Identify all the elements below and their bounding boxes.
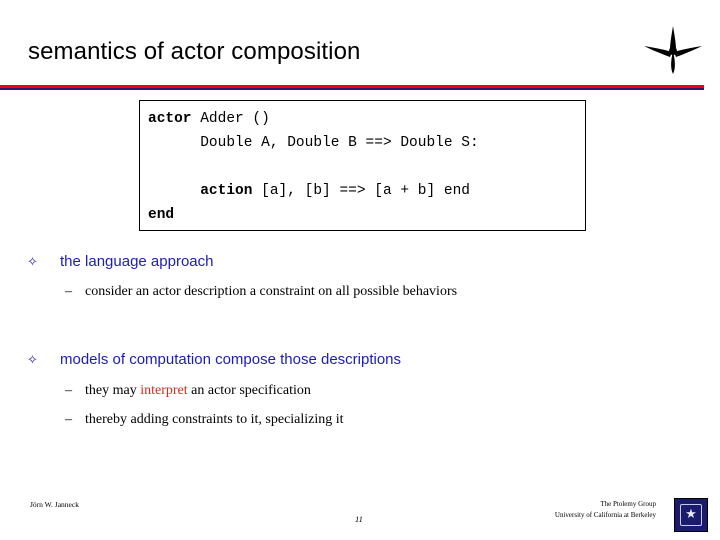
bullet-level2-label: consider an actor description a constrai… bbox=[85, 284, 458, 299]
bullet-marker-icon: ✧ bbox=[27, 353, 38, 368]
page-number: 11 bbox=[355, 514, 363, 524]
footer-author: Jörn W. Janneck bbox=[30, 500, 79, 509]
seal-glyph: ★ bbox=[685, 506, 697, 521]
bullet-level1-label: models of computation compose those desc… bbox=[60, 351, 402, 368]
bullet-level1-models-of-computation: ✧ models of computation compose those de… bbox=[27, 351, 402, 368]
university-seal-icon: ★ bbox=[674, 498, 708, 532]
footer-org-line2: University of California at Berkeley bbox=[554, 511, 656, 519]
bullet-marker-icon: ✧ bbox=[27, 255, 38, 270]
bullet-level2-adding-constraints: – thereby adding constraints to it, spec… bbox=[65, 412, 344, 428]
bullet-level2-consider-constraint: – consider an actor description a constr… bbox=[65, 284, 458, 300]
footer-org-line1: The Ptolemy Group bbox=[600, 500, 656, 508]
title-underline-blue bbox=[0, 88, 704, 90]
footer-organization: The Ptolemy Group University of Californ… bbox=[555, 499, 656, 521]
ptolemy-logo-icon bbox=[644, 26, 702, 74]
bullet-dash-icon: – bbox=[65, 284, 72, 299]
bullet-level2-text-pre: they may bbox=[85, 383, 141, 398]
code-block-text: actor Adder () Double A, Double B ==> Do… bbox=[148, 111, 479, 223]
bullet-level2-highlight: interpret bbox=[140, 383, 188, 398]
bullet-level2-text-post: an actor specification bbox=[187, 383, 311, 398]
bullet-dash-icon: – bbox=[65, 412, 72, 427]
bullet-level2-interpret-spec: – they may interpret an actor specificat… bbox=[65, 383, 311, 399]
page-title: semantics of actor composition bbox=[28, 38, 361, 65]
bullet-level1-language-approach: ✧ the language approach bbox=[27, 253, 214, 270]
bullet-level2-label: thereby adding constraints to it, specia… bbox=[85, 412, 344, 427]
bullet-dash-icon: – bbox=[65, 383, 72, 398]
bullet-level1-label: the language approach bbox=[60, 253, 214, 270]
code-block: actor Adder () Double A, Double B ==> Do… bbox=[139, 100, 586, 231]
